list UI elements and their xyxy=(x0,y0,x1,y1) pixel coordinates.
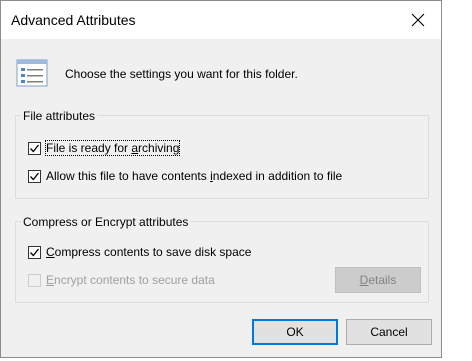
close-button[interactable] xyxy=(395,1,441,39)
compress-label-accesskey: C xyxy=(46,245,55,259)
checkmark-icon xyxy=(30,144,40,153)
intro-text: Choose the settings you want for this fo… xyxy=(65,67,298,81)
cancel-button[interactable]: Cancel xyxy=(346,319,432,345)
details-button-label: Details xyxy=(360,273,397,287)
advanced-attributes-dialog: Advanced Attributes Choose the settings … xyxy=(0,0,442,358)
indexed-checkbox[interactable] xyxy=(28,170,41,183)
close-icon xyxy=(411,13,425,27)
indexed-label-text-rest: ndexed in addition to file xyxy=(212,169,343,183)
compress-label-text: ompress contents to save disk space xyxy=(54,245,252,259)
compress-checkbox[interactable] xyxy=(28,246,41,259)
file-attributes-group xyxy=(15,115,429,199)
encrypt-label-accesskey: E xyxy=(46,273,55,287)
indexed-label-text: Allow this file to have contents xyxy=(46,169,211,183)
ok-button[interactable]: OK xyxy=(252,319,338,345)
file-attributes-legend: File attributes xyxy=(21,109,98,123)
compress-encrypt-legend: Compress or Encrypt attributes xyxy=(21,215,191,229)
encrypt-label-text: ncrypt contents to secure data xyxy=(54,273,215,287)
attributes-list-icon xyxy=(16,59,48,87)
cancel-button-label: Cancel xyxy=(370,325,408,339)
ok-button-label: OK xyxy=(286,325,304,339)
checkmark-icon xyxy=(30,248,40,257)
title-bar: Advanced Attributes xyxy=(1,1,441,39)
archive-label-text-rest: rchiving xyxy=(138,141,180,155)
window-title: Advanced Attributes xyxy=(11,12,136,28)
archive-checkbox-label[interactable]: File is ready for archiving xyxy=(44,140,181,156)
indexed-checkbox-label[interactable]: Allow this file to have contents indexed… xyxy=(46,169,342,183)
checkmark-icon xyxy=(30,172,40,181)
encrypt-checkbox[interactable] xyxy=(28,274,41,287)
details-button[interactable]: Details xyxy=(335,267,421,293)
encrypt-checkbox-label[interactable]: Encrypt contents to secure data xyxy=(46,273,215,287)
compress-checkbox-label[interactable]: Compress contents to save disk space xyxy=(46,245,251,259)
archive-checkbox[interactable] xyxy=(28,142,41,155)
details-label-text: etails xyxy=(368,273,397,287)
archive-label-text: File is ready for xyxy=(46,141,132,155)
